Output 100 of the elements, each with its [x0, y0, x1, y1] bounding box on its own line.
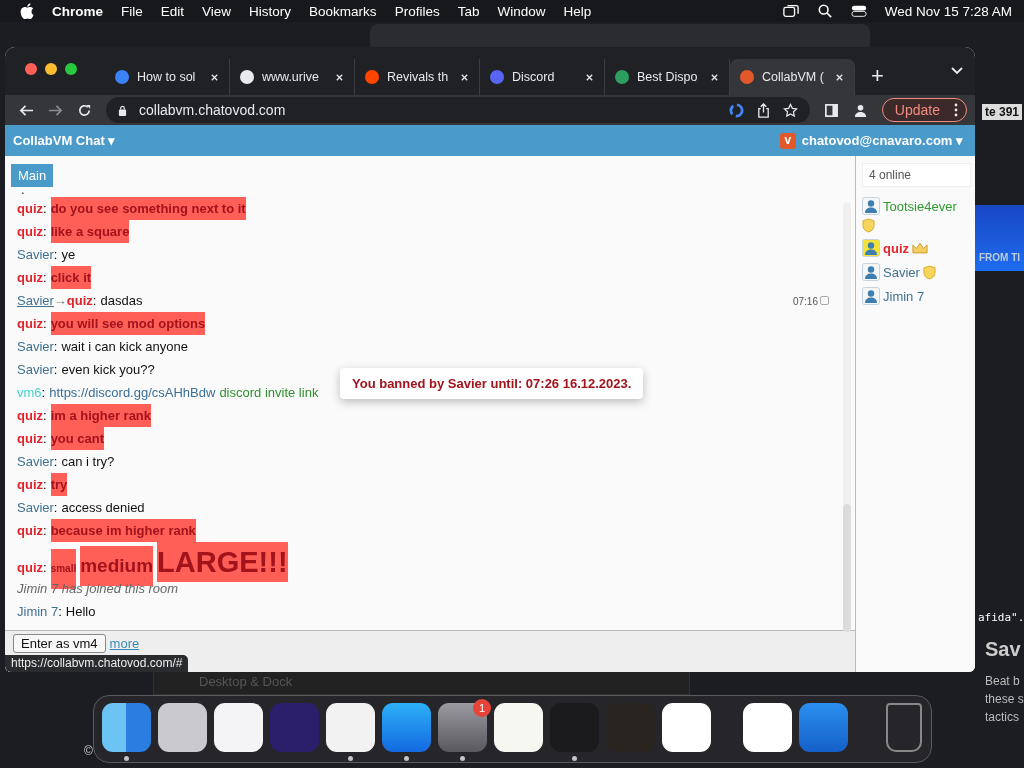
- close-icon[interactable]: [710, 72, 719, 82]
- colon-text: :: [43, 269, 47, 287]
- menu-item[interactable]: Window: [497, 3, 546, 19]
- copyright-text: ©: [84, 744, 93, 758]
- zoom-window-button[interactable]: [65, 63, 77, 75]
- favicon-icon: [740, 70, 754, 84]
- colon-text: :: [53, 499, 58, 517]
- share-icon[interactable]: [755, 102, 771, 118]
- window-icon[interactable]: [782, 4, 799, 18]
- favicon-icon: [615, 70, 629, 84]
- user-avatar-icon[interactable]: [862, 287, 880, 305]
- v-logo-icon: v: [779, 132, 796, 149]
- ban-notification: You banned by Savier until: 07:26 16.12.2023.: [340, 368, 644, 399]
- desktop-text: these s: [985, 692, 1024, 706]
- sender-name[interactable]: quiz: [17, 427, 43, 450]
- user-name[interactable]: Savier: [883, 264, 920, 280]
- desktop-text: afida".: [978, 611, 1024, 624]
- dock-app-icon[interactable]: [662, 703, 711, 752]
- sender-link[interactable]: Savier: [17, 289, 54, 312]
- chevron-down-icon[interactable]: [951, 67, 963, 75]
- message-link[interactable]: https://discord.gg/csAHhBdw: [49, 381, 216, 404]
- toggle-icon[interactable]: [850, 4, 867, 18]
- sender-name[interactable]: quiz: [17, 404, 43, 427]
- menu-item[interactable]: Profiles: [394, 3, 440, 19]
- clock[interactable]: Wed Nov 15 7:28 AM: [884, 3, 1012, 19]
- close-icon[interactable]: [335, 72, 344, 82]
- favicon-icon: [240, 70, 254, 84]
- chat-title-menu[interactable]: CollabVM Chat ▾: [13, 133, 116, 148]
- profile-icon[interactable]: [852, 102, 868, 118]
- room-tab[interactable]: Main: [11, 164, 54, 187]
- close-window-button[interactable]: [25, 63, 37, 75]
- desktop-text: Beat b: [985, 674, 1020, 688]
- dock-app-icon[interactable]: [382, 703, 431, 752]
- sender-name[interactable]: quiz: [17, 197, 43, 220]
- sender-name[interactable]: quiz: [17, 519, 43, 542]
- more-vert-icon[interactable]: [954, 103, 958, 117]
- close-icon[interactable]: [585, 72, 594, 82]
- colon-text: :: [43, 430, 47, 448]
- dock-app-icon[interactable]: [326, 703, 375, 752]
- sender-name[interactable]: Savier: [17, 243, 54, 266]
- user-name[interactable]: Tootsie4ever: [883, 198, 957, 214]
- message-text: like a square: [50, 220, 130, 243]
- message-text: LARGE!!!: [157, 542, 288, 582]
- reload-icon[interactable]: [77, 102, 92, 118]
- user-avatar-icon[interactable]: [862, 263, 880, 281]
- message-text: wait i can kick anyone: [61, 338, 188, 356]
- dock-app-icon[interactable]: [494, 703, 543, 752]
- close-icon[interactable]: [460, 72, 469, 82]
- menu-item[interactable]: Bookmarks: [309, 3, 377, 19]
- sender-name[interactable]: Savier: [17, 450, 54, 473]
- update-button[interactable]: Update: [881, 98, 967, 122]
- favicon-icon: [365, 70, 379, 84]
- minimize-window-button[interactable]: [45, 63, 57, 75]
- colon-text: :: [43, 315, 47, 333]
- sender-name[interactable]: quiz: [17, 312, 43, 335]
- scrollbar-thumb[interactable]: [843, 504, 851, 632]
- menu-item[interactable]: Tab: [457, 3, 480, 19]
- menu-item[interactable]: Help: [563, 3, 592, 19]
- message-text: ye: [61, 246, 76, 264]
- apple-logo-icon[interactable]: [20, 3, 34, 19]
- dock-app-icon[interactable]: [743, 703, 792, 752]
- close-icon[interactable]: [835, 72, 844, 82]
- star-icon[interactable]: [782, 102, 798, 118]
- sender-name[interactable]: Savier: [17, 335, 54, 358]
- online-count: 4 online: [862, 163, 971, 187]
- colon-text: :: [43, 522, 47, 540]
- message-text: you will see mod options: [50, 312, 206, 335]
- search-icon[interactable]: [816, 4, 833, 18]
- side-panel-icon[interactable]: [823, 102, 839, 118]
- menu-item[interactable]: Edit: [160, 3, 185, 19]
- browser-tab[interactable]: CollabVM (: [730, 59, 855, 95]
- more-link[interactable]: more: [109, 634, 140, 651]
- sender-name[interactable]: Savier: [17, 496, 54, 519]
- dock-app-icon[interactable]: [214, 703, 263, 752]
- message-text: discord invite link: [219, 384, 319, 402]
- app-menu[interactable]: Chrome: [52, 3, 103, 19]
- close-icon[interactable]: [210, 72, 219, 82]
- sender-name[interactable]: quiz: [17, 220, 43, 243]
- new-tab-button[interactable]: +: [855, 59, 900, 95]
- recipient-name[interactable]: quiz: [66, 289, 93, 312]
- address-bar[interactable]: collabvm.chatovod.com: [106, 97, 810, 123]
- dock-app-icon[interactable]: [102, 703, 151, 752]
- dock-app-icon[interactable]: [158, 703, 207, 752]
- sender-name[interactable]: quiz: [17, 266, 43, 289]
- menu-item[interactable]: File: [121, 3, 143, 19]
- lock-icon: [118, 104, 127, 116]
- message-text: do you see something next to it: [50, 197, 246, 220]
- enter-button[interactable]: Enter as vm4: [13, 634, 106, 653]
- account-menu[interactable]: chatovod@cnavaro.com ▾: [801, 133, 963, 148]
- menu-item[interactable]: History: [249, 3, 292, 19]
- user-avatar-icon[interactable]: [862, 239, 880, 257]
- menu-item[interactable]: View: [202, 3, 232, 19]
- user-avatar-icon[interactable]: [862, 197, 880, 215]
- user-name[interactable]: quiz: [883, 240, 909, 256]
- sender-name[interactable]: Savier: [17, 358, 54, 381]
- colon-text: :: [43, 559, 47, 577]
- desktop-text: te 391: [982, 104, 1023, 120]
- message-fragment: .: [20, 187, 26, 197]
- user-name[interactable]: Jimin 7: [883, 288, 925, 304]
- sender-name[interactable]: quiz: [17, 473, 43, 496]
